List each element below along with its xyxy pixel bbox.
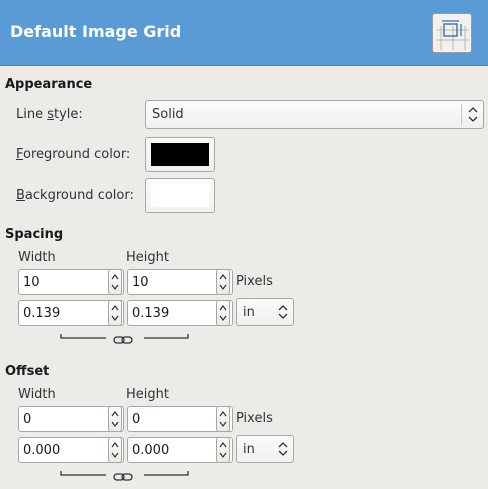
spacing-heading: Spacing [5, 227, 64, 242]
updown-arrows-icon [461, 104, 483, 125]
background-color-button[interactable] [145, 178, 215, 213]
stepper-arrows-icon [219, 305, 227, 321]
offset-heading: Offset [5, 364, 50, 379]
spacing-width-px-stepper[interactable] [108, 269, 122, 295]
spacing-height-px-stepper[interactable] [216, 269, 230, 295]
spacing-unit-value: in [243, 305, 255, 320]
line-style-value: Solid [152, 107, 184, 122]
page-title: Default Image Grid [10, 22, 182, 41]
spacing-chain-link-button[interactable] [60, 333, 190, 351]
stepper-arrows-icon [219, 274, 227, 290]
stepper-arrows-icon [111, 442, 119, 458]
spacing-width-in-stepper[interactable] [108, 300, 122, 326]
offset-unit-combo[interactable]: in [236, 435, 294, 463]
offset-unit-value: in [243, 442, 255, 457]
offset-height-px-stepper[interactable] [216, 406, 230, 432]
header-banner: Default Image Grid [0, 0, 488, 66]
spacing-width-label: Width [18, 250, 56, 265]
foreground-color-label: Foreground color: [16, 147, 131, 162]
background-color-label: Background color: [16, 188, 134, 203]
background-color-swatch [151, 184, 209, 207]
grid-icon [432, 13, 472, 53]
updown-arrows-icon [275, 439, 291, 459]
appearance-heading: Appearance [5, 77, 93, 92]
stepper-arrows-icon [219, 411, 227, 427]
stepper-arrows-icon [111, 411, 119, 427]
stepper-arrows-icon [111, 305, 119, 321]
updown-arrows-icon [275, 302, 291, 322]
stepper-arrows-icon [219, 442, 227, 458]
offset-width-label: Width [18, 387, 56, 402]
line-style-label: Line style: [16, 107, 83, 122]
foreground-color-swatch [151, 143, 209, 166]
offset-pixels-label: Pixels [236, 411, 273, 426]
line-style-combo[interactable]: Solid [145, 100, 484, 129]
offset-width-px-stepper[interactable] [108, 406, 122, 432]
offset-width-in-stepper[interactable] [108, 437, 122, 463]
stepper-arrows-icon [111, 274, 119, 290]
offset-chain-link-button[interactable] [60, 470, 190, 488]
chain-link-icon [60, 471, 189, 481]
spacing-pixels-label: Pixels [236, 274, 273, 289]
offset-height-label: Height [126, 387, 169, 402]
foreground-color-button[interactable] [145, 137, 215, 172]
offset-height-in-stepper[interactable] [216, 437, 230, 463]
chain-link-icon [60, 334, 189, 344]
spacing-height-in-stepper[interactable] [216, 300, 230, 326]
spacing-height-label: Height [126, 250, 169, 265]
spacing-unit-combo[interactable]: in [236, 298, 294, 326]
